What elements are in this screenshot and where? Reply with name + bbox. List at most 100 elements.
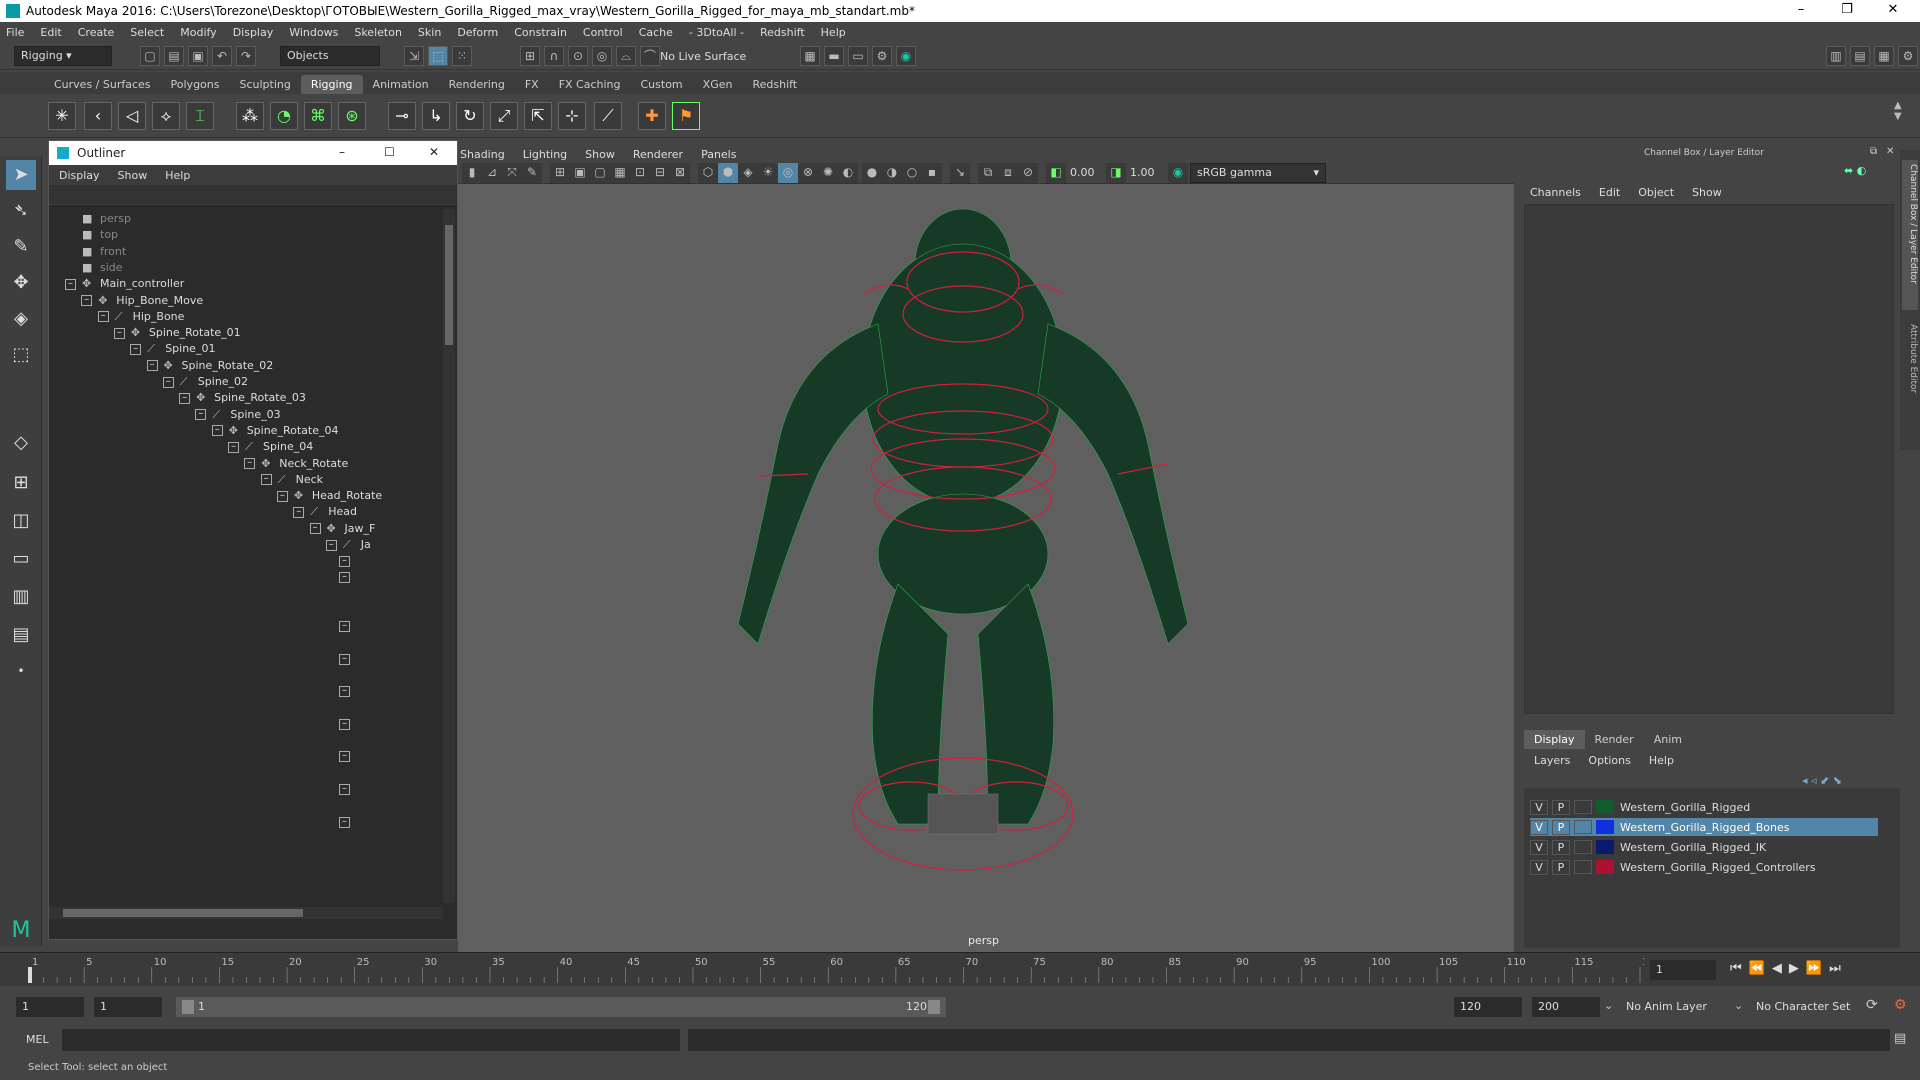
textured-icon[interactable]: ☀ [758,163,778,183]
toolbox-more-icon[interactable]: • [6,656,36,686]
xray-joints-icon[interactable]: ↘ [950,163,970,183]
camera-tumble-icon[interactable]: ⤧ [502,163,522,183]
layer-row[interactable]: V P Western_Gorilla_Rigged [1530,798,1878,816]
menu-create[interactable]: Create [78,26,115,39]
tab-channel-box[interactable]: Channel Box / Layer Editor [1902,160,1918,310]
select-hierarchy-icon[interactable]: ⇲ [404,46,424,66]
render-settings-icon[interactable]: ⚙ [872,46,892,66]
depth-of-field-icon[interactable]: ◑ [882,163,902,183]
current-frame-field[interactable]: 1 [1650,960,1716,980]
auto-key-icon[interactable]: ⟳ [1866,997,1878,1013]
viewport-menu-renderer[interactable]: Renderer [633,148,683,161]
layer-color-swatch[interactable] [1596,840,1614,854]
gorilla-model[interactable] [458,184,1514,952]
tab-anim[interactable]: Anim [1644,730,1692,749]
channel-box-float-button[interactable]: ⧉ [1870,146,1877,157]
safe-title-icon[interactable]: ⊠ [670,163,690,183]
select-tool-icon[interactable]: ➤ [6,160,36,190]
outliner-collapsed-branch[interactable]: – [339,682,356,702]
viewport-menu-panels[interactable]: Panels [701,148,736,161]
shelf-tab-xgen[interactable]: XGen [693,75,743,94]
channel-list[interactable] [1524,204,1894,714]
expand-toggle-icon[interactable]: – [146,360,158,372]
gamma-field[interactable]: 1.00 [1130,166,1155,179]
layer-menu-help[interactable]: Help [1649,754,1674,767]
color-space-dropdown[interactable]: sRGB gamma ▾ [1190,163,1326,183]
outliner-minimize-button[interactable]: – [339,145,345,159]
scale-tool-icon[interactable]: ⬚ [6,340,36,370]
layer-row[interactable]: V P Western_Gorilla_Rigged_IK [1530,838,1878,856]
current-time-marker[interactable] [28,967,32,983]
expand-toggle-icon[interactable]: – [309,523,321,535]
layer-reference-toggle[interactable] [1574,820,1592,834]
outliner-maximize-button[interactable]: ☐ [384,145,395,159]
menu-edit[interactable]: Edit [40,26,61,39]
expand-toggle-icon[interactable]: – [211,425,223,437]
new-scene-icon[interactable]: ▢ [140,46,160,66]
menu-constrain[interactable]: Constrain [514,26,567,39]
outliner-menu-help[interactable]: Help [165,169,190,182]
anim-layer-dropdown[interactable]: No Anim Layer [1620,997,1740,1017]
isolate-select-icon[interactable]: ○ [902,163,922,183]
viewport-menu-lighting[interactable]: Lighting [523,148,567,161]
end-time-field[interactable]: 200 [1532,997,1600,1017]
ik-handle-icon[interactable]: ⟡ [152,102,180,130]
field-chart-icon[interactable]: ⊡ [630,163,650,183]
layer-reference-toggle[interactable] [1574,840,1592,854]
channel-box-option-icon[interactable]: ⬌ ◐ [1844,164,1866,177]
layout-icon-4[interactable]: ⚙ [1898,46,1918,66]
expand-toggle-icon[interactable]: – [339,718,350,730]
script-editor-icon[interactable]: ▤ [1894,1031,1906,1046]
menu-modify[interactable]: Modify [180,26,216,39]
four-pane-icon[interactable]: ⊞ [6,468,36,498]
layer-visibility-toggle[interactable]: V [1530,859,1548,875]
open-scene-icon[interactable]: ▤ [164,46,184,66]
expand-toggle-icon[interactable]: – [339,751,350,763]
tab-display[interactable]: Display [1524,730,1585,749]
layer-color-swatch[interactable] [1596,800,1614,814]
character-set-icon[interactable]: ⌄ [1734,999,1743,1012]
outliner-menu-show[interactable]: Show [118,169,148,182]
snap-point-icon[interactable]: ⊙ [568,46,588,66]
menu-file[interactable]: File [6,26,24,39]
menuset-dropdown[interactable]: Rigging ▾ [14,46,112,66]
backface-icon[interactable]: ⊘ [1018,163,1038,183]
hypershade-icon[interactable]: ◉ [896,46,916,66]
screen-space-ao-icon[interactable]: ✺ [818,163,838,183]
layout-icon-1[interactable]: ▥ [1826,46,1846,66]
expand-toggle-icon[interactable]: – [339,784,350,795]
channel-menu-channels[interactable]: Channels [1530,186,1581,199]
menu--3dtoall-[interactable]: - 3DtoAll - [689,26,744,39]
expand-toggle-icon[interactable]: – [276,490,288,502]
expand-toggle-icon[interactable]: – [339,555,350,567]
snap-curve-icon[interactable]: ∩ [544,46,564,66]
grease-pencil-icon[interactable]: ✎ [522,163,542,183]
locator-icon[interactable]: ✚ [638,102,666,130]
bind-skin-icon[interactable]: ⁂ [236,102,264,130]
mirror-joint-icon[interactable]: ◁ [118,102,146,130]
lasso-tool-icon[interactable]: ➴ [6,196,36,226]
time-ruler[interactable]: 1 5 10 15 20 25 30 35 40 45 50 55 60 65 70 75 80 85 90 95 10… [24,953,1644,985]
layer-reference-toggle[interactable] [1574,800,1592,814]
expand-toggle-icon[interactable]: – [244,458,256,469]
layout-icon-3[interactable]: ▦ [1874,46,1894,66]
shelf-tab-rigging[interactable]: Rigging [300,75,363,94]
expand-toggle-icon[interactable]: – [325,539,337,551]
layer-name[interactable]: Western_Gorilla_Rigged_Controllers [1620,861,1816,874]
color-management-icon[interactable]: ◉ [1168,163,1188,183]
wireframe-on-shaded-icon[interactable]: ◈ [738,163,758,183]
menu-select[interactable]: Select [130,26,164,39]
outliner-close-button[interactable]: ✕ [429,145,439,159]
anim-prefs-icon[interactable]: ⚙ [1894,997,1907,1013]
two-pane-icon[interactable]: ◫ [6,506,36,536]
layer-playback-toggle[interactable]: P [1552,839,1570,855]
menu-help[interactable]: Help [821,26,846,39]
layer-menu-layers[interactable]: Layers [1534,754,1570,767]
outliner-collapsed-branch[interactable]: – [339,812,356,832]
camera-attr-icon[interactable]: ⊿ [482,163,502,183]
layer-name[interactable]: Western_Gorilla_Rigged_IK [1620,841,1766,854]
aim-constraint-icon[interactable]: ↳ [422,102,450,130]
outliner-collapsed-branch[interactable]: – [339,649,356,669]
use-all-lights-icon[interactable]: ◎ [778,163,798,183]
command-input[interactable] [62,1029,680,1051]
